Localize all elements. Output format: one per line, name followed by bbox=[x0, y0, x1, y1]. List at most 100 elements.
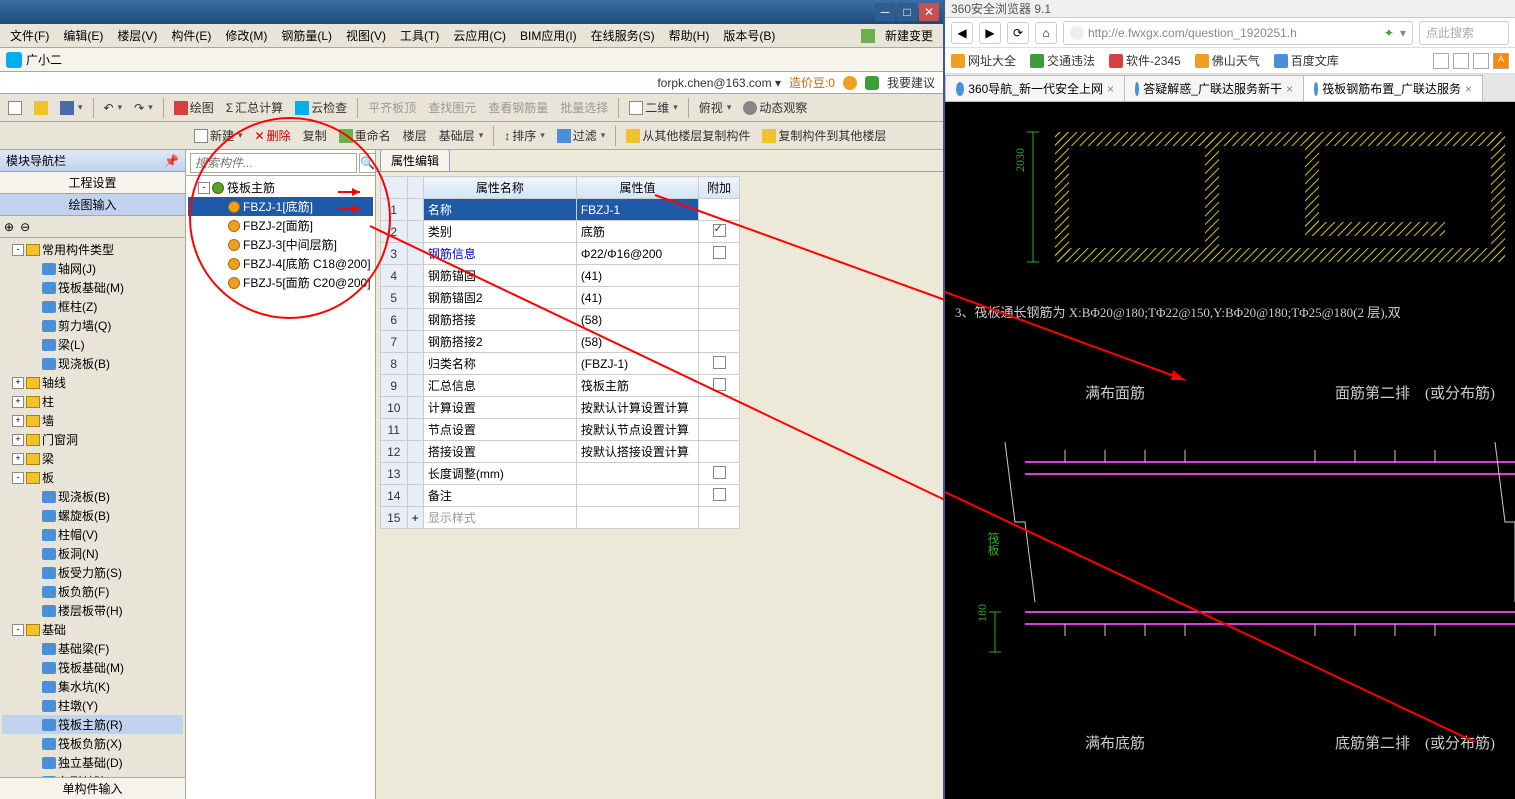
extra-checkbox[interactable] bbox=[713, 224, 726, 237]
prop-name-cell[interactable]: 汇总信息 bbox=[423, 375, 576, 397]
prop-name-cell[interactable]: 计算设置 bbox=[423, 397, 576, 419]
tree-folder[interactable]: +门窗洞 bbox=[2, 430, 183, 449]
prop-name-cell[interactable]: 节点设置 bbox=[423, 419, 576, 441]
extra-checkbox[interactable] bbox=[713, 488, 726, 501]
prop-value-cell[interactable]: 底筋 bbox=[576, 221, 698, 243]
tree-leaf[interactable]: 筏板主筋(R) bbox=[2, 715, 183, 734]
row-number[interactable]: 5 bbox=[381, 287, 408, 309]
prop-name-cell[interactable]: 备注 bbox=[423, 485, 576, 507]
prop-extra-cell[interactable] bbox=[699, 353, 740, 375]
row-number[interactable]: 4 bbox=[381, 265, 408, 287]
account-email[interactable]: forpk.chen@163.com ▾ bbox=[657, 76, 781, 90]
extra-checkbox[interactable] bbox=[713, 356, 726, 369]
row-number[interactable]: 1 bbox=[381, 199, 408, 221]
sum-calc-button[interactable]: Σ 汇总计算 bbox=[222, 97, 287, 118]
redo-button[interactable]: ↷ bbox=[130, 99, 157, 117]
comp-root[interactable]: -筏板主筋 bbox=[188, 178, 373, 197]
bookmark-extra-icon[interactable] bbox=[1453, 53, 1469, 69]
tree-folder[interactable]: +墙 bbox=[2, 411, 183, 430]
tree-folder[interactable]: +梁 bbox=[2, 449, 183, 468]
menu-item[interactable]: BIM应用(I) bbox=[514, 25, 583, 46]
menu-item[interactable]: 工具(T) bbox=[394, 25, 445, 46]
comp-item[interactable]: FBZJ-3[中间层筋] bbox=[188, 235, 373, 254]
prop-value-cell[interactable]: (58) bbox=[576, 309, 698, 331]
bookmark-item[interactable]: 交通违法 bbox=[1030, 52, 1095, 69]
undo-button[interactable]: ↶ bbox=[100, 99, 127, 117]
cad-viewport[interactable]: 2030 3、筏板通长钢筋为 X:BΦ20@180;TΦ22@150,Y:BΦ2… bbox=[945, 102, 1515, 799]
home-button[interactable]: ⌂ bbox=[1035, 22, 1057, 44]
tree-toggle-icon[interactable]: + bbox=[12, 415, 24, 427]
tree-toggle-icon[interactable]: + bbox=[12, 453, 24, 465]
refresh-spinner-icon[interactable]: ✦ bbox=[1384, 26, 1394, 40]
tree-leaf[interactable]: 独立基础(D) bbox=[2, 753, 183, 772]
menu-item[interactable]: 文件(F) bbox=[4, 25, 55, 46]
look-dropdown[interactable]: 俯视 bbox=[695, 97, 736, 118]
tab-close-icon[interactable]: × bbox=[1286, 82, 1293, 96]
prop-name-cell[interactable]: 钢筋信息 bbox=[423, 243, 576, 265]
view-2d-dropdown[interactable]: 二维 bbox=[625, 97, 682, 118]
delete-button[interactable]: ✕删除 bbox=[251, 125, 295, 146]
menu-item[interactable]: 钢筋量(L) bbox=[275, 25, 338, 46]
tab-single-input[interactable]: 单构件输入 bbox=[0, 777, 185, 799]
tree-toggle-icon[interactable]: - bbox=[12, 472, 24, 484]
tree-folder[interactable]: -常用构件类型 bbox=[2, 240, 183, 259]
browser-tab[interactable]: 360导航_新一代安全上网× bbox=[945, 75, 1125, 101]
tree-toggle-icon[interactable]: + bbox=[12, 434, 24, 446]
tree-toggle-icon[interactable]: - bbox=[198, 182, 210, 194]
prop-value-cell[interactable]: (58) bbox=[576, 331, 698, 353]
row-number[interactable]: 11 bbox=[381, 419, 408, 441]
find-element-button[interactable]: 查找图元 bbox=[424, 97, 480, 118]
menu-item[interactable]: 云应用(C) bbox=[447, 25, 512, 46]
save-button[interactable] bbox=[56, 99, 87, 117]
back-button[interactable]: ◀ bbox=[951, 22, 973, 44]
nav-tree[interactable]: -常用构件类型轴网(J)筏板基础(M)框柱(Z)剪力墙(Q)梁(L)现浇板(B)… bbox=[0, 238, 185, 777]
rename-button[interactable]: 重命名 bbox=[335, 125, 395, 146]
extra-checkbox[interactable] bbox=[713, 466, 726, 479]
floor-dropdown[interactable]: 基础层 bbox=[435, 125, 488, 146]
menu-item[interactable]: 视图(V) bbox=[340, 25, 392, 46]
tree-leaf[interactable]: 剪力墙(Q) bbox=[2, 316, 183, 335]
row-number[interactable]: 12 bbox=[381, 441, 408, 463]
suggest-button[interactable]: 我要建议 bbox=[887, 74, 935, 91]
tab-project-settings[interactable]: 工程设置 bbox=[0, 172, 185, 194]
menu-item[interactable]: 编辑(E) bbox=[57, 25, 109, 46]
col-prop-extra[interactable]: 附加 bbox=[699, 177, 740, 199]
menu-item[interactable]: 构件(E) bbox=[165, 25, 217, 46]
browser-tab[interactable]: 筏板钢筋布置_广联达服务× bbox=[1303, 75, 1483, 101]
row-number[interactable]: 7 bbox=[381, 331, 408, 353]
open-file-button[interactable] bbox=[30, 99, 52, 117]
prop-value-cell[interactable]: (41) bbox=[576, 265, 698, 287]
window-minimize[interactable]: ─ bbox=[875, 3, 895, 21]
prop-value-cell[interactable]: FBZJ-1 bbox=[576, 199, 698, 221]
ping-qi-button[interactable]: 平齐板顶 bbox=[364, 97, 420, 118]
menu-item[interactable]: 版本号(B) bbox=[717, 25, 781, 46]
prop-value-cell[interactable] bbox=[576, 463, 698, 485]
prop-value-cell[interactable]: 按默认节点设置计算 bbox=[576, 419, 698, 441]
window-close[interactable]: ✕ bbox=[919, 3, 939, 21]
browser-tab[interactable]: 答疑解惑_广联达服务新干× bbox=[1124, 75, 1304, 101]
row-number[interactable]: 3 bbox=[381, 243, 408, 265]
tree-leaf[interactable]: 基础梁(F) bbox=[2, 639, 183, 658]
tree-folder[interactable]: -板 bbox=[2, 468, 183, 487]
pin-icon[interactable]: 📌 bbox=[164, 154, 179, 168]
url-bar[interactable]: http://e.fwxgx.com/question_1920251.h ✦ … bbox=[1063, 21, 1413, 45]
prop-name-cell[interactable]: 类别 bbox=[423, 221, 576, 243]
prop-value-cell[interactable]: 按默认搭接设置计算 bbox=[576, 441, 698, 463]
menu-item[interactable]: 楼层(V) bbox=[111, 25, 163, 46]
tree-leaf[interactable]: 筏板基础(M) bbox=[2, 278, 183, 297]
tree-leaf[interactable]: 梁(L) bbox=[2, 335, 183, 354]
tree-leaf[interactable]: 板洞(N) bbox=[2, 544, 183, 563]
draw-button[interactable]: 绘图 bbox=[170, 97, 218, 118]
properties-grid[interactable]: 属性名称 属性值 附加 1名称FBZJ-12类别底筋3钢筋信息Φ22/Φ16@2… bbox=[380, 176, 740, 529]
expand-all-icon[interactable]: ⊕ bbox=[4, 220, 14, 234]
row-number[interactable]: 9 bbox=[381, 375, 408, 397]
window-maximize[interactable]: □ bbox=[897, 3, 917, 21]
collapse-all-icon[interactable]: ⊖ bbox=[20, 220, 30, 234]
extra-checkbox[interactable] bbox=[713, 246, 726, 259]
cloud-check-button[interactable]: 云检查 bbox=[291, 97, 351, 118]
bookmark-item[interactable]: 佛山天气 bbox=[1195, 52, 1260, 69]
filter-button[interactable]: 过滤 bbox=[553, 125, 610, 146]
menu-item[interactable]: 修改(M) bbox=[219, 25, 273, 46]
new-file-button[interactable] bbox=[4, 99, 26, 117]
col-prop-name[interactable]: 属性名称 bbox=[423, 177, 576, 199]
